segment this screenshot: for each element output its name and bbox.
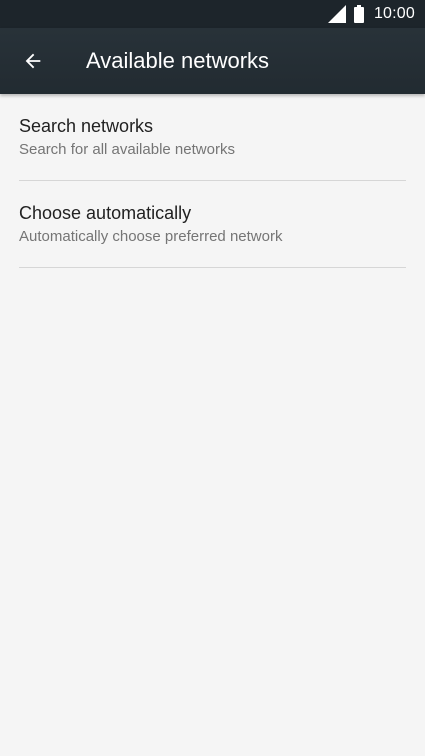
app-toolbar: Available networks <box>0 28 425 94</box>
battery-icon <box>353 5 364 23</box>
list-item-subtitle: Search for all available networks <box>19 141 235 158</box>
status-bar: 10:00 <box>0 0 425 28</box>
list-item-title: Search networks <box>19 116 154 136</box>
status-time: 10:00 <box>373 5 415 22</box>
signal-icon <box>327 5 346 23</box>
choose-automatically-item[interactable]: Choose automatically Automatically choos… <box>19 181 406 268</box>
search-networks-item[interactable]: Search networks Search for all available… <box>19 94 406 181</box>
list-item-title: Choose automatically <box>19 203 192 223</box>
list-item-subtitle: Automatically choose preferred network <box>19 228 283 245</box>
page-title: Available networks <box>86 48 270 73</box>
back-button[interactable] <box>0 28 66 94</box>
arrow-left-icon <box>25 53 41 69</box>
network-options-list: Search networks Search for all available… <box>0 94 425 268</box>
